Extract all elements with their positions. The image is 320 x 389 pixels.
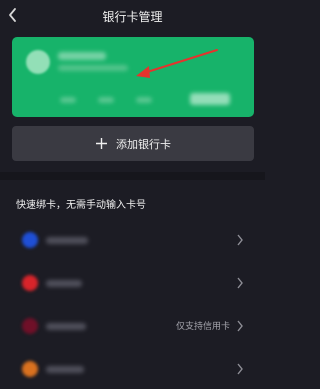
bank-logo [22,232,38,248]
quick-bind-title: 快速绑卡，无需手动输入卡号 [16,200,146,211]
credit-card-only-hint: 仅支持信用卡 [175,322,230,332]
bank-name-blurred [46,366,84,373]
bank-name-blurred [46,280,82,287]
header-bar: 银行卡管理 [0,0,265,32]
section-divider [0,172,265,180]
chevron-right-icon [237,320,243,332]
bank-name-blurred [46,237,88,244]
bank-logo [22,361,38,377]
red-arrow-icon [136,49,218,78]
quick-bind-bank-row[interactable] [0,220,265,260]
page-title: 银行卡管理 [102,10,163,24]
chevron-right-icon [237,277,243,289]
quick-bind-bank-row[interactable] [0,263,265,303]
quick-bind-bank-row[interactable] [0,349,265,389]
bank-card[interactable] [12,37,254,117]
add-bank-card-label: 添加银行卡 [116,137,171,151]
chevron-right-icon [237,234,243,246]
bank-logo [22,318,38,334]
bank-name-blurred [46,323,86,330]
add-bank-card-button[interactable]: 添加银行卡 [12,126,254,161]
bank-logo [22,275,38,291]
chevron-right-icon [237,363,243,375]
quick-bind-bank-row[interactable]: 仅支持信用卡 [0,306,265,346]
plus-icon [96,138,107,149]
